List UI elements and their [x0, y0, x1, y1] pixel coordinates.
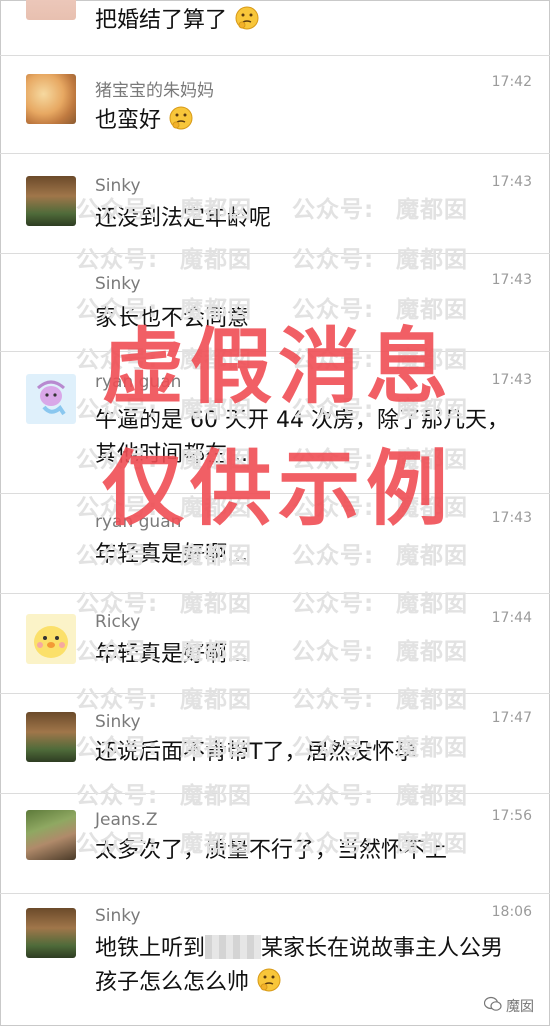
message-time: 17:43: [491, 272, 532, 288]
wechat-icon: [483, 996, 502, 1016]
message-time: 17:56: [491, 808, 532, 824]
watermark-text: 魔都囡: [180, 735, 252, 761]
avatar[interactable]: [26, 712, 76, 762]
watermark-text: 魔都囡: [396, 197, 468, 223]
watermark-text: 魔都囡: [396, 639, 468, 665]
message-time: 18:06: [491, 904, 532, 920]
chat-message: Sinky 18:06 地铁上听到 某家长在说故事主人公男孩子怎么怎么帅: [0, 894, 550, 1026]
watermark-text: 魔都囡: [396, 687, 468, 713]
message-text-content: 把婚结了算了: [95, 8, 228, 33]
thinking-face-icon: [234, 5, 260, 42]
watermark-text: 魔都囡: [396, 543, 468, 569]
chat-message: 把婚结了算了: [0, 0, 550, 56]
watermark-text: 公众号:: [76, 591, 159, 617]
watermark-text: 公众号:: [292, 639, 375, 665]
cartoon-chick-icon: [34, 626, 68, 658]
message-time: 17:43: [491, 174, 532, 190]
avatar[interactable]: [26, 0, 76, 20]
chat-message: 猪宝宝的朱妈妈 17:42 也蛮好: [0, 56, 550, 154]
watermark-text: 魔都囡: [396, 831, 468, 857]
watermark-text: 魔都囡: [180, 247, 252, 273]
message-text: 也蛮好: [95, 104, 525, 142]
message-time: 17:43: [491, 372, 532, 388]
sender-name: 猪宝宝的朱妈妈: [95, 81, 214, 101]
watermark-text: 魔都囡: [396, 247, 468, 273]
watermark-text: 公众号:: [292, 783, 375, 809]
message-text-content: 地铁上听到: [95, 936, 206, 961]
watermark-text: 公众号:: [76, 247, 159, 273]
watermark-text: 公众号:: [292, 831, 375, 857]
watermark-text: 公众号:: [292, 197, 375, 223]
watermark-text: 公众号:: [76, 639, 159, 665]
watermark-text: 公众号:: [292, 543, 375, 569]
watermark-text: 魔都囡: [180, 831, 252, 857]
watermark-text: 公众号:: [76, 197, 159, 223]
footer-brand-text: 魔囡: [506, 999, 534, 1015]
watermark-text: 公众号:: [76, 783, 159, 809]
watermark-text: 魔都囡: [396, 591, 468, 617]
avatar[interactable]: [26, 74, 76, 124]
avatar[interactable]: [26, 810, 76, 860]
avatar[interactable]: [26, 614, 76, 664]
watermark-text: 魔都囡: [180, 543, 252, 569]
watermark-text: 魔都囡: [180, 783, 252, 809]
watermark-text: 公众号:: [292, 591, 375, 617]
watermark-text: 魔都囡: [180, 639, 252, 665]
disclaimer-stamp-line2: 仅供示例: [102, 442, 455, 537]
watermark-text: 公众号:: [292, 247, 375, 273]
redacted-blur: [205, 935, 262, 959]
avatar[interactable]: [26, 908, 76, 958]
footer-brand: 魔囡: [483, 996, 534, 1016]
message-time: 17:44: [491, 610, 532, 626]
watermark-text: 公众号:: [76, 735, 159, 761]
watermark-text: 魔都囡: [180, 197, 252, 223]
message-text-content: 也蛮好: [95, 108, 162, 133]
thinking-face-icon: [256, 967, 282, 1004]
avatar[interactable]: [26, 374, 76, 424]
message-time: 17:42: [491, 74, 532, 90]
watermark-text: 公众号:: [76, 687, 159, 713]
watermark-text: 公众号:: [292, 687, 375, 713]
watermark-text: 魔都囡: [396, 783, 468, 809]
watermark-text: 公众号:: [292, 735, 375, 761]
cartoon-mermaid-icon: [36, 380, 66, 416]
disclaimer-stamp-line1: 虚假消息: [102, 320, 455, 415]
watermark-text: 魔都囡: [396, 735, 468, 761]
watermark-text: 魔都囡: [180, 591, 252, 617]
message-text: 地铁上听到 某家长在说故事主人公男孩子怎么怎么帅: [95, 932, 525, 1004]
message-text: 把婚结了算了: [95, 4, 525, 42]
watermark-text: 公众号:: [76, 543, 159, 569]
message-time: 17:47: [491, 710, 532, 726]
thinking-face-icon: [168, 105, 194, 142]
watermark-text: 魔都囡: [180, 687, 252, 713]
message-time: 17:43: [491, 510, 532, 526]
sender-name: Sinky: [95, 906, 141, 926]
watermark-text: 公众号:: [76, 831, 159, 857]
avatar[interactable]: [26, 176, 76, 226]
